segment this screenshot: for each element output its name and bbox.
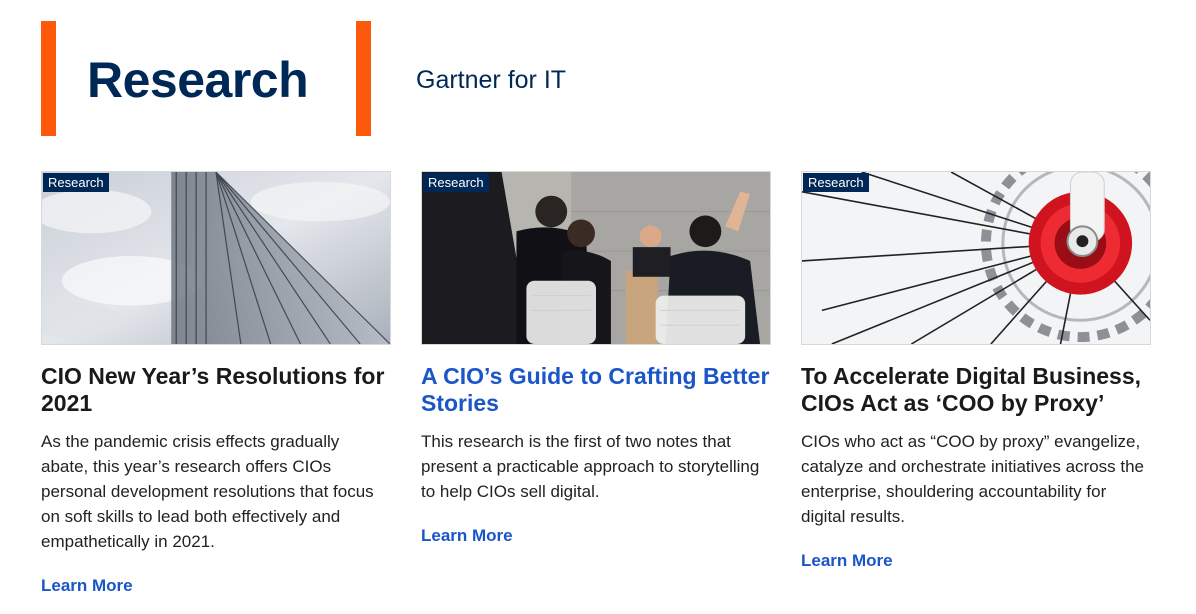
learn-more-link[interactable]: Learn More [421,525,513,547]
card-title: CIO New Year’s Resolutions for 2021 [41,363,385,416]
card-description: As the pandemic crisis effects gradually… [41,432,374,551]
card-image-skyscraper[interactable]: Research [41,171,391,345]
research-card-3: Research To Accelerate Digital Business,… [801,171,1151,572]
card-image-presentation[interactable]: Research [421,171,771,345]
card-description: This research is the first of two notes … [421,432,760,501]
research-section: Research Gartner for IT Research CIO New… [0,0,1196,614]
bicycle-wheel-image [802,172,1150,344]
learn-more-link[interactable]: Learn More [801,550,893,572]
category-badge: Research [803,173,869,192]
card-title: To Accelerate Digital Business, CIOs Act… [801,363,1142,416]
research-card-1: Research CIO New Year’s Resolutions for … [41,171,391,597]
header-accent-bar-left [41,21,56,136]
learn-more-link[interactable]: Learn More [41,575,133,597]
section-title: Research [87,52,309,108]
presentation-image [422,172,770,344]
research-card-2: Research A CIO’s Guide to Crafting Bette… [421,171,771,547]
card-image-bicycle-wheel[interactable]: Research [801,171,1151,345]
section-subtitle: Gartner for IT [416,66,567,94]
category-badge: Research [43,173,109,192]
card-title-link[interactable]: A CIO’s Guide to Crafting Better Stories [421,363,771,417]
header-accent-bar-right [356,21,371,136]
skyscraper-image [42,172,390,344]
category-badge: Research [423,173,489,192]
card-description: CIOs who act as “COO by proxy” evangeliz… [801,432,1145,526]
